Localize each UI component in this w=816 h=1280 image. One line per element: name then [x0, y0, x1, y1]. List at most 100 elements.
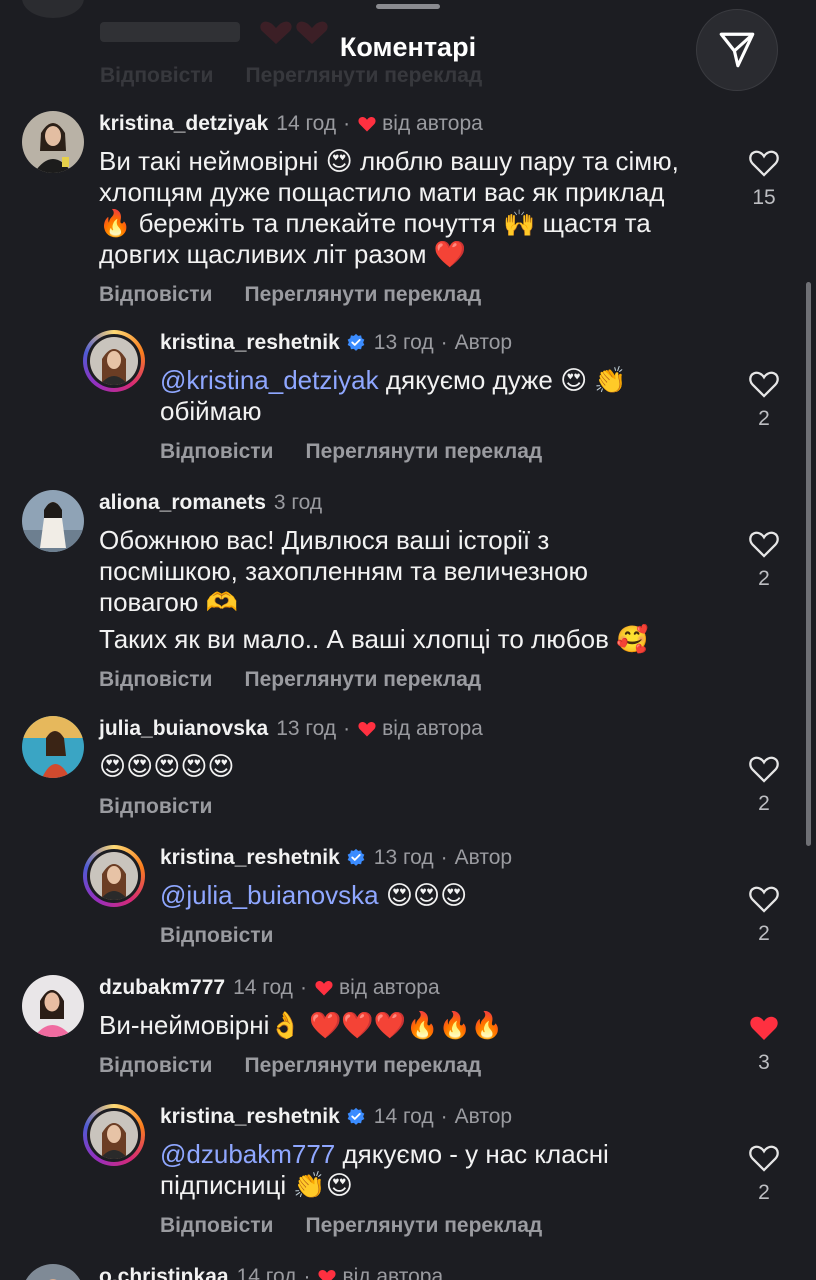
- author-liked-heart-icon: [358, 722, 376, 737]
- comment-body: julia_buianovska 13 год · від автора 😍😍😍…: [99, 716, 659, 819]
- reply-button[interactable]: Відповісти: [160, 1214, 273, 1237]
- comment-actions: Відповісти Переглянути переклад: [99, 1054, 659, 1078]
- comment-text: Ви такі неймовірні 😍 люблю вашу пару та …: [99, 146, 699, 270]
- comment-actions: Відповісти: [99, 795, 659, 819]
- username[interactable]: o.christinkaa: [99, 1264, 229, 1280]
- separator-dot: ·: [440, 331, 448, 354]
- like-count: 2: [758, 567, 770, 590]
- heart-outline-icon[interactable]: [748, 884, 780, 914]
- comment-line: Обожнюю вас! Дивлюся ваші історії з посм…: [99, 525, 589, 617]
- verified-badge-icon: [347, 848, 365, 866]
- timestamp: 14 год: [236, 1265, 297, 1280]
- comments-sheet: Відповісти Переглянути переклад Коментарі…: [0, 0, 816, 1280]
- translate-button[interactable]: Переглянути переклад: [244, 668, 481, 691]
- username[interactable]: kristina_reshetnik: [160, 845, 340, 871]
- username[interactable]: kristina_detziyak: [99, 111, 268, 137]
- sheet-title: Коментарі: [339, 32, 477, 62]
- timestamp: 14 год: [233, 976, 293, 999]
- author-liked-label: від автора: [382, 112, 483, 135]
- author-badge: Автор: [454, 331, 513, 354]
- verified-badge-icon: [347, 1107, 365, 1125]
- comment-meta: aliona_romanets 3 год: [99, 490, 659, 516]
- like-count: 2: [758, 792, 770, 815]
- avatar[interactable]: [22, 490, 84, 552]
- comment-line: 😍😍😍😍😍: [99, 751, 235, 781]
- translate-button[interactable]: Переглянути переклад: [244, 283, 481, 306]
- comment-actions: Відповісти: [160, 924, 680, 948]
- separator-dot: ·: [440, 1105, 448, 1128]
- comment-body: kristina_reshetnik 13 год · Автор @krist…: [160, 330, 680, 464]
- comment-meta: kristina_reshetnik 13 год · Автор: [160, 330, 680, 356]
- reply-button[interactable]: Відповісти: [99, 283, 212, 306]
- username[interactable]: kristina_reshetnik: [160, 1104, 340, 1130]
- comment-meta: kristina_detziyak 14 год · від автора: [99, 111, 699, 137]
- username[interactable]: kristina_reshetnik: [160, 330, 340, 356]
- comment-actions: Відповісти Переглянути переклад: [160, 1214, 680, 1238]
- comment-line: Ви-неймовірні👌 ❤️❤️❤️🔥🔥🔥: [99, 1010, 504, 1040]
- comment-text: Ви-неймовірні👌 ❤️❤️❤️🔥🔥🔥: [99, 1010, 659, 1041]
- author-badge: Автор: [454, 1105, 513, 1128]
- translate-button[interactable]: Переглянути переклад: [305, 1214, 542, 1237]
- comment-meta: kristina_reshetnik 13 год · Автор: [160, 845, 680, 871]
- translate-button[interactable]: Переглянути переклад: [305, 440, 542, 463]
- timestamp: 13 год: [276, 717, 337, 740]
- comment-body: dzubakm777 14 год · від автора Ви-неймов…: [99, 975, 659, 1078]
- avatar[interactable]: [22, 975, 84, 1037]
- share-button[interactable]: [696, 9, 778, 91]
- avatar[interactable]: [22, 111, 84, 173]
- reply-button[interactable]: Відповісти: [99, 1054, 212, 1077]
- timestamp: 13 год: [373, 846, 434, 869]
- like-control: 15: [747, 148, 781, 210]
- separator-dot: ·: [299, 976, 307, 999]
- comment-body: o.christinkaa 14 год · від автора: [99, 1264, 443, 1280]
- avatar-story-ring[interactable]: [83, 330, 145, 392]
- heart-outline-icon[interactable]: [748, 369, 780, 399]
- avatar-story-ring[interactable]: [83, 1104, 145, 1166]
- comment-meta: dzubakm777 14 год · від автора: [99, 975, 659, 1001]
- like-count: 2: [758, 1181, 770, 1204]
- comment-body: kristina_reshetnik 13 год · Автор @julia…: [160, 845, 680, 948]
- heart-outline-icon[interactable]: [748, 148, 780, 178]
- faded-translate: Переглянути переклад: [245, 64, 483, 87]
- username[interactable]: aliona_romanets: [99, 490, 266, 516]
- like-control: 2: [747, 369, 781, 431]
- separator-dot: ·: [303, 1265, 311, 1280]
- timestamp: 3 год: [273, 491, 323, 514]
- author-liked-label: від автора: [382, 717, 483, 740]
- like-count: 2: [758, 922, 770, 945]
- heart-outline-icon[interactable]: [748, 1143, 780, 1173]
- avatar[interactable]: [22, 1264, 84, 1280]
- author-liked-label: від автора: [342, 1265, 444, 1280]
- like-control: 3: [747, 1013, 781, 1075]
- heart-filled-icon[interactable]: [748, 1013, 780, 1043]
- translate-button[interactable]: Переглянути переклад: [244, 1054, 481, 1077]
- heart-outline-icon[interactable]: [748, 529, 780, 559]
- timestamp: 14 год: [373, 1105, 434, 1128]
- author-liked-heart-icon: [315, 981, 333, 996]
- username[interactable]: dzubakm777: [99, 975, 225, 1001]
- comment-meta: o.christinkaa 14 год · від автора: [99, 1264, 443, 1280]
- faded-actions: Відповісти Переглянути переклад: [100, 64, 482, 88]
- reply-button[interactable]: Відповісти: [99, 795, 212, 818]
- avatar-story-ring[interactable]: [83, 845, 145, 907]
- heart-outline-icon[interactable]: [748, 754, 780, 784]
- send-icon: [719, 32, 755, 68]
- mention-link[interactable]: @julia_buianovska: [160, 880, 379, 910]
- author-liked-heart-icon: [358, 117, 376, 132]
- avatar[interactable]: [22, 716, 84, 778]
- reply-button[interactable]: Відповісти: [160, 924, 273, 947]
- comment-meta: kristina_reshetnik 14 год · Автор: [160, 1104, 680, 1130]
- reply-button[interactable]: Відповісти: [160, 440, 273, 463]
- comment-text: 😍😍😍😍😍: [99, 751, 659, 782]
- mention-link[interactable]: @kristina_detziyak: [160, 365, 379, 395]
- like-control: 2: [747, 754, 781, 816]
- comment-body: kristina_reshetnik 14 год · Автор @dzuba…: [160, 1104, 680, 1238]
- username[interactable]: julia_buianovska: [99, 716, 268, 742]
- author-liked-label: від автора: [338, 976, 440, 999]
- reply-button[interactable]: Відповісти: [99, 668, 212, 691]
- mention-link[interactable]: @dzubakm777: [160, 1139, 335, 1169]
- comment-line: Таких як ви мало.. А ваші хлопці то любо…: [99, 624, 649, 654]
- scrollbar[interactable]: [806, 282, 811, 846]
- faded-reply: Відповісти: [100, 64, 214, 87]
- comment-actions: Відповісти Переглянути переклад: [99, 283, 699, 307]
